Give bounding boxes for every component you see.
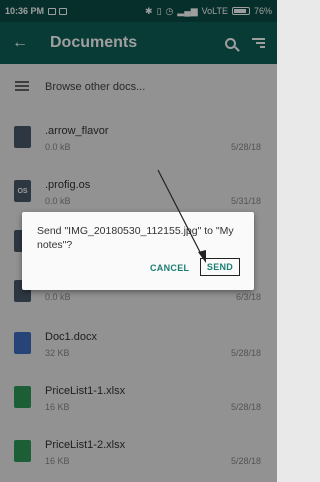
arrow-head: [198, 250, 206, 263]
annotation-arrow: [157, 169, 206, 263]
arrow-line: [157, 169, 203, 257]
